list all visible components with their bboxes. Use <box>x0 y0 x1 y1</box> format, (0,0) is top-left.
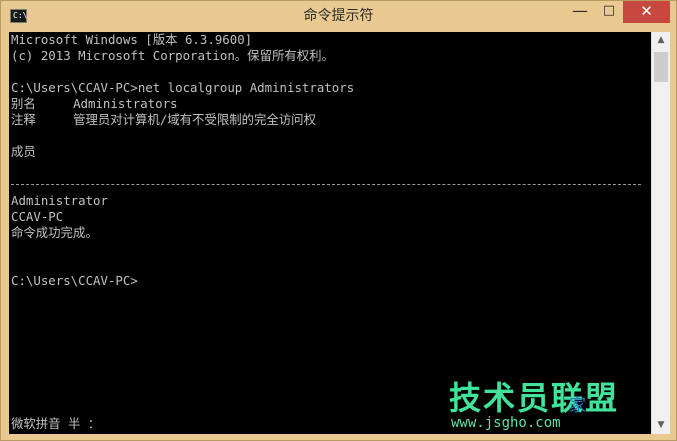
console-line: 命令成功完成。 <box>11 225 98 240</box>
console-line: CCAV-PC <box>11 209 64 224</box>
console-line: C:\Users\CCAV-PC>net localgroup Administ… <box>11 80 355 95</box>
cmd-window: C:\ 命令提示符 — □ ✕ Microsoft Windows [版本 6.… <box>0 0 677 441</box>
close-button[interactable]: ✕ <box>623 1 670 23</box>
console-line: (c) 2013 Microsoft Corporation。保留所有权利。 <box>11 48 334 63</box>
console-prompt: C:\Users\CCAV-PC> <box>11 273 138 288</box>
console-line: 别名 Administrators <box>11 96 178 111</box>
members-separator <box>11 184 641 185</box>
watermark-logo: 技术员联盟 家 www.jsgho.com <box>449 373 669 438</box>
scroll-thumb[interactable] <box>654 52 668 82</box>
console-line: Microsoft Windows [版本 6.3.9600] <box>11 32 253 47</box>
console-line: Administrator <box>11 193 108 208</box>
ime-status: 微软拼音 半 ： <box>11 416 101 431</box>
watermark-title: 技术员联盟 <box>449 379 620 417</box>
minimize-button[interactable]: — <box>565 1 595 23</box>
watermark-url: www.jsgho.com <box>451 415 561 431</box>
scroll-up-icon[interactable]: ▲ <box>652 32 670 49</box>
watermark-extra: 家 <box>569 396 586 416</box>
maximize-button[interactable]: □ <box>595 1 623 23</box>
console-line: 成员 <box>11 144 36 159</box>
console-line: 注释 管理员对计算机/域有不受限制的完全访问权 <box>11 112 316 127</box>
title-bar[interactable]: C:\ 命令提示符 — □ ✕ <box>1 1 676 32</box>
